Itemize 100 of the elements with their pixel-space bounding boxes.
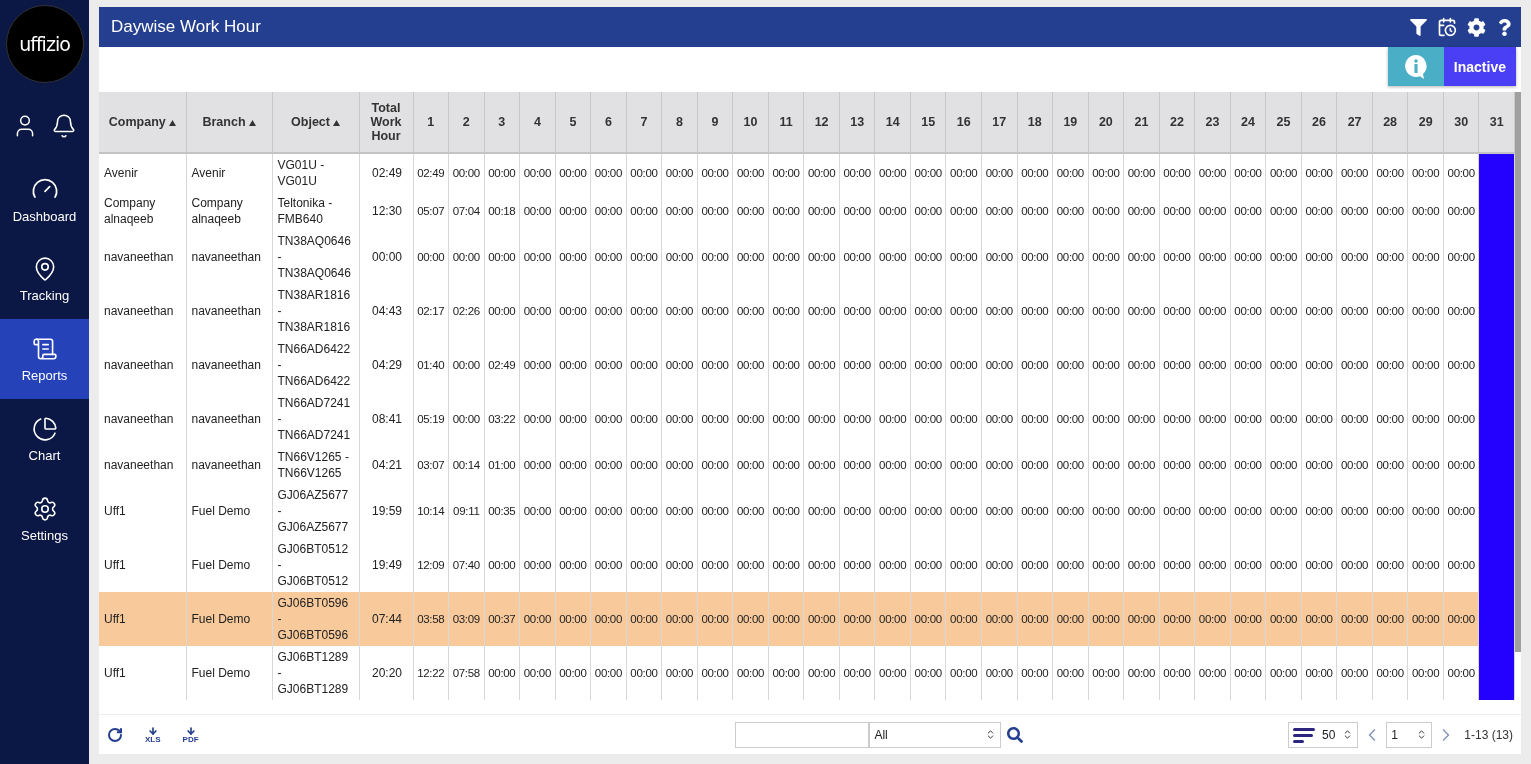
column-header: 2 (448, 92, 485, 153)
pie-chart-icon (31, 415, 58, 442)
column-header: 16 (945, 92, 982, 153)
column-header: 9 (697, 92, 733, 153)
column-header[interactable]: Object (272, 92, 359, 153)
search-field[interactable] (735, 721, 870, 748)
column-header: 4 (519, 92, 556, 153)
table-cell: Uff1 (99, 646, 186, 700)
column-header: 28 (1372, 92, 1408, 153)
export-button[interactable]: XLS (145, 725, 161, 744)
table-cell: 00:00 (768, 646, 804, 700)
column-header: 17 (981, 92, 1018, 153)
table-cell: 00:00 (697, 646, 733, 700)
help-icon[interactable] (1496, 18, 1513, 36)
highlighted-cell (1478, 646, 1515, 700)
refresh-button[interactable] (107, 726, 123, 743)
page-select[interactable]: 1 (1386, 721, 1433, 748)
settings-icon[interactable] (1467, 17, 1486, 37)
column-header: 12 (803, 92, 840, 153)
table-cell: 00:00 (661, 646, 698, 700)
column-header: 15 (910, 92, 946, 153)
column-header: 20 (1088, 92, 1124, 153)
table-cell: 00:00 (1336, 646, 1373, 700)
column-header: 23 (1194, 92, 1231, 153)
table-cell: 12:22 (413, 646, 449, 700)
export-button[interactable]: PDF (182, 725, 199, 744)
table-cell: GJ06BT1289 - GJ06BT1289 (272, 646, 359, 700)
table-cell: 00:00 (981, 646, 1018, 700)
column-header: 27 (1336, 92, 1373, 153)
column-header: 18 (1017, 92, 1053, 153)
column-header: 13 (839, 92, 875, 153)
nav-item[interactable]: Chart (0, 399, 89, 479)
column-header: 29 (1407, 92, 1444, 153)
column-header: 1 (413, 92, 449, 153)
filter-select[interactable]: All (869, 721, 1002, 748)
column-header: 31 (1478, 92, 1515, 153)
record-range: 1-13 (13) (1464, 727, 1513, 742)
table-cell: 00:00 (590, 646, 627, 700)
table-cell: 00:00 (1123, 646, 1160, 700)
table-cell: 00:00 (1230, 646, 1266, 700)
table-cell: 00:00 (1301, 646, 1337, 700)
table-cell: 00:00 (839, 646, 875, 700)
sort-ascending-icon[interactable] (332, 119, 340, 126)
table-cell: Fuel Demo (186, 646, 272, 700)
table-cell: 00:00 (1052, 646, 1089, 700)
table-cell: 00:00 (874, 646, 911, 700)
document-icon (31, 335, 58, 362)
column-header: 24 (1230, 92, 1266, 153)
logo-text: uffizio (19, 33, 70, 55)
column-header: 22 (1159, 92, 1195, 153)
column-header: 10 (732, 92, 769, 153)
table-cell: 00:00 (1407, 646, 1444, 700)
column-header: 26 (1301, 92, 1337, 153)
column-header: 21 (1123, 92, 1160, 153)
scrollbar[interactable] (1515, 92, 1521, 652)
table-cell: 00:00 (1265, 646, 1302, 700)
calendar-clock-icon[interactable] (1437, 17, 1457, 37)
download-arrow-icon (147, 725, 158, 736)
sort-ascending-icon[interactable] (248, 119, 256, 126)
table-cell: 00:00 (1443, 646, 1479, 700)
table-cell: 00:00 (555, 646, 591, 700)
nav-item[interactable]: Settings (0, 479, 89, 559)
table-cell: 00:00 (803, 646, 840, 700)
info-icon (1387, 47, 1444, 86)
table-cell: 20:20 (359, 646, 413, 700)
table-cell: 00:00 (1017, 646, 1053, 700)
table-cell: 00:00 (732, 646, 769, 700)
table-cell: 00:00 (1159, 646, 1195, 700)
column-header: 19 (1052, 92, 1089, 153)
table-cell: 07:58 (448, 646, 485, 700)
sort-ascending-icon[interactable] (168, 119, 176, 126)
nav-item[interactable]: Dashboard (0, 159, 89, 239)
table-cell: 00:00 (1088, 646, 1124, 700)
table-cell: 00:00 (945, 646, 982, 700)
column-header: 25 (1265, 92, 1302, 153)
column-header: 7 (626, 92, 662, 153)
download-arrow-icon (185, 725, 196, 736)
column-header: 30 (1443, 92, 1479, 153)
column-header[interactable]: Branch (186, 92, 272, 153)
table-cell: 00:00 (626, 646, 662, 700)
column-header[interactable]: Company (99, 92, 186, 153)
column-header: 14 (874, 92, 911, 153)
window-title: Daywise Work Hour (111, 17, 262, 37)
table-cell: 00:00 (910, 646, 946, 700)
table-cell: 00:00 (484, 646, 520, 700)
column-header: 3 (484, 92, 520, 153)
table-cell: 00:00 (519, 646, 556, 700)
status-button[interactable]: Inactive (1443, 47, 1516, 86)
table-cell: 00:00 (1372, 646, 1408, 700)
settings-icon (31, 495, 58, 522)
column-header: Total Work Hour (359, 92, 413, 153)
nav-item[interactable]: Reports (0, 319, 89, 399)
search-icon[interactable] (1007, 726, 1024, 743)
column-header: 5 (555, 92, 591, 153)
lines-icon (1293, 726, 1316, 743)
filter-icon[interactable] (1410, 18, 1427, 36)
column-header: 6 (590, 92, 627, 153)
nav-item[interactable]: Tracking (0, 239, 89, 319)
table-cell: 00:00 (1194, 646, 1231, 700)
page-size-select[interactable]: 50 (1288, 721, 1359, 748)
